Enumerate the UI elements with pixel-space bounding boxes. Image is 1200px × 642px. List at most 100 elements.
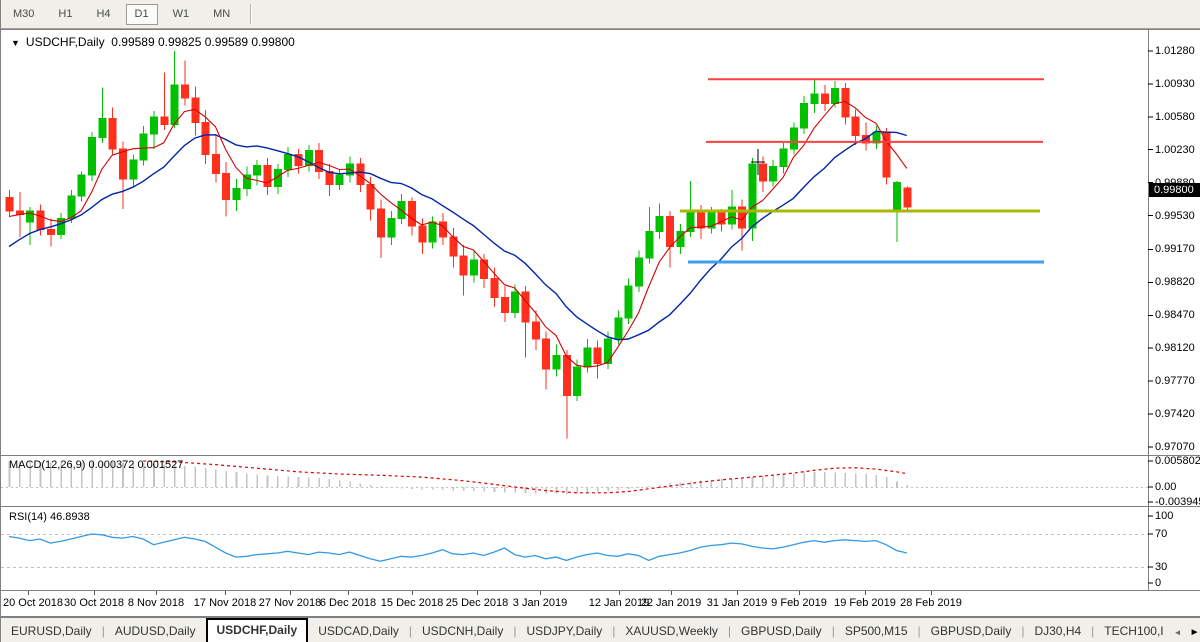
candle-body [749, 164, 756, 228]
candle-body [821, 94, 828, 103]
candle-body [491, 279, 498, 298]
candle-body [811, 94, 818, 103]
symbol-label: USDCHF,Daily [26, 35, 105, 49]
date-axis-label: 30 Oct 2018 [64, 598, 124, 609]
chart-tab-sp500[interactable]: SP500,M15 [835, 620, 918, 642]
candle-body [574, 367, 581, 395]
candle-body [68, 196, 75, 219]
chart-tab-usdchf-active[interactable]: USDCHF,Daily [206, 618, 309, 642]
candle-body [47, 230, 54, 235]
date-axis-label: 3 Jan 2019 [513, 598, 567, 609]
candle-body [285, 154, 292, 169]
candle-body [6, 198, 13, 211]
date-axis-label: 22 Jan 2019 [641, 598, 702, 609]
candle-body [584, 348, 591, 367]
candle-body [150, 117, 157, 134]
candle-body [770, 167, 777, 181]
date-axis-label: 25 Dec 2018 [446, 598, 508, 609]
price-axis-label: 0.97770 [1155, 376, 1195, 387]
candle-body [460, 256, 467, 275]
candle-body [233, 188, 240, 199]
trading-platform-window: M30H1H4D1W1MN ▼USDCHF,Daily 0.99589 0.99… [0, 0, 1200, 642]
macd-axis-label: -0.003945 [1155, 497, 1200, 508]
price-axis-label: 0.99170 [1155, 244, 1195, 255]
rsi-axis-label: 70 [1155, 529, 1167, 540]
candle-body [553, 356, 560, 369]
chart-tab-usdcnh[interactable]: USDCNH,Daily [412, 620, 513, 642]
macd-axis-label: 0.005802 [1155, 456, 1200, 467]
rsi-line [9, 534, 907, 561]
date-axis-label: 28 Feb 2019 [900, 598, 962, 609]
chart-tab-audusd[interactable]: AUDUSD,Daily [105, 620, 206, 642]
price-axis-label: 1.01280 [1155, 46, 1195, 57]
candle-body [532, 322, 539, 339]
chart-symbol-title: ▼ USDCHF,Daily 0.99589 0.99825 0.99589 0.… [11, 35, 295, 49]
candle-body [212, 154, 219, 173]
tab-scroll-right-icon[interactable]: ► [1190, 628, 1200, 638]
candle-body [832, 89, 839, 104]
candle-body [181, 85, 188, 98]
chart-tab-usdcad[interactable]: USDCAD,Daily [308, 620, 409, 642]
candle-body [243, 175, 250, 188]
chevron-down-icon[interactable]: ▼ [11, 38, 20, 48]
candle-body [367, 185, 374, 209]
candle-body [27, 211, 34, 222]
candle-body [512, 292, 519, 313]
candle-body [254, 166, 261, 175]
candle-body [883, 132, 890, 177]
candle-body [605, 339, 612, 363]
macd-axis-label: 0.00 [1155, 482, 1176, 493]
candle-body [336, 175, 343, 184]
chart-tab-usdjpy[interactable]: USDJPY,Daily [516, 620, 612, 642]
rsi-axis-label: 30 [1155, 562, 1167, 573]
candle-body [89, 138, 96, 176]
chart-tab-eurusd[interactable]: EURUSD,Daily [1, 620, 102, 642]
chart-tab-dj30[interactable]: DJ30,H4 [1024, 620, 1091, 642]
price-axis-label: 1.00930 [1155, 79, 1195, 90]
price-axis-label: 0.98470 [1155, 310, 1195, 321]
candle-body [759, 164, 766, 181]
candle-body [543, 339, 550, 369]
date-axis-label: 17 Nov 2018 [194, 598, 256, 609]
candle-body [388, 218, 395, 237]
chart-tab-gbpusd[interactable]: GBPUSD,Daily [731, 620, 832, 642]
candle-body [904, 188, 911, 207]
tab-scroll-left-icon[interactable]: ◄ [1174, 629, 1182, 637]
candle-body [429, 222, 436, 242]
chart-tab-tech100[interactable]: TECH100,I [1094, 620, 1173, 642]
main-chart-canvas[interactable] [1, 0, 1200, 642]
date-axis-label: 9 Feb 2019 [771, 598, 827, 609]
date-axis-label: 20 Oct 2018 [3, 598, 63, 609]
candle-body [109, 119, 116, 149]
rsi-axis-label: 0 [1155, 578, 1161, 589]
candle-body [625, 286, 632, 318]
quote-ohlc-values: 0.99589 0.99825 0.99589 0.99800 [111, 35, 295, 49]
candle-body [140, 134, 147, 160]
candle-body [636, 258, 643, 286]
candle-body [666, 217, 673, 247]
candle-body [594, 348, 601, 363]
candle-body [646, 232, 653, 258]
date-axis-label: 31 Jan 2019 [707, 598, 768, 609]
candle-body [130, 160, 137, 179]
candle-body [470, 260, 477, 275]
chart-tab-xauusd[interactable]: XAUUSD,Weekly [615, 620, 727, 642]
date-axis-label: 6 Dec 2018 [320, 598, 376, 609]
candle-body [790, 128, 797, 149]
chart-tab-gbpusd[interactable]: GBPUSD,Daily [921, 620, 1022, 642]
candle-body [697, 213, 704, 228]
date-axis-label: 27 Nov 2018 [259, 598, 321, 609]
candle-body [656, 217, 663, 232]
candle-body [615, 318, 622, 339]
candle-body [852, 117, 859, 136]
candle-body [894, 183, 901, 210]
candle-body [522, 292, 529, 322]
candle-body [99, 119, 106, 138]
price-axis-label: 0.99880 [1155, 178, 1195, 189]
rsi-axis-label: 100 [1155, 511, 1173, 522]
candle-body [378, 209, 385, 237]
candle-body [780, 149, 787, 167]
price-axis-label: 0.98820 [1155, 277, 1195, 288]
rsi-indicator-label: RSI(14) 46.8938 [9, 511, 90, 523]
candle-body [120, 149, 127, 179]
